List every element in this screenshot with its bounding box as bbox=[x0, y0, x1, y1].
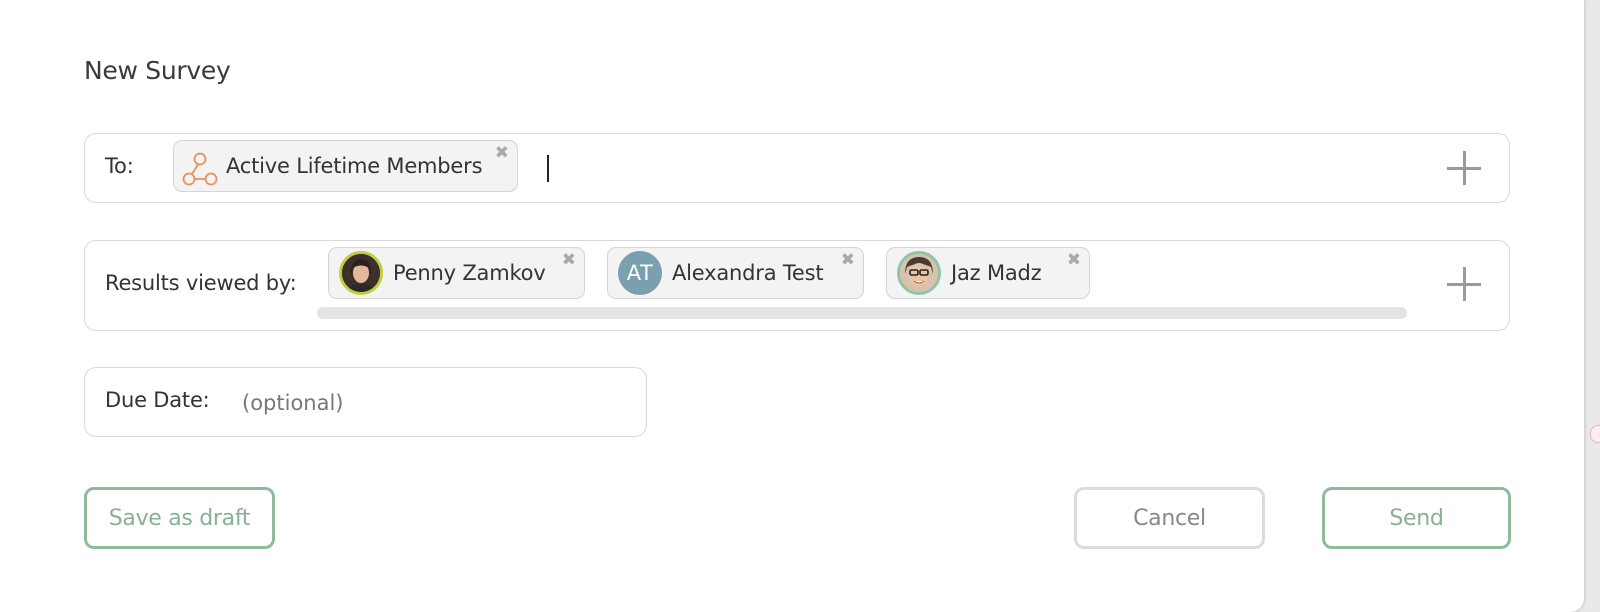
due-date-field[interactable]: Due Date: (optional) bbox=[84, 367, 647, 437]
results-viewed-by-field[interactable]: Results viewed by: Penny Zamkov ✖ AT Ale… bbox=[84, 240, 1510, 331]
close-icon[interactable]: ✖ bbox=[495, 145, 509, 162]
recipient-chip-label: Active Lifetime Members bbox=[226, 154, 483, 178]
to-label: To: bbox=[105, 154, 134, 178]
results-viewed-by-label: Results viewed by: bbox=[105, 271, 297, 295]
to-field[interactable]: To: Active Lifetime Members ✖ bbox=[84, 133, 1510, 203]
plus-icon[interactable] bbox=[1447, 267, 1481, 301]
save-as-draft-button[interactable]: Save as draft bbox=[84, 487, 275, 549]
cancel-button[interactable]: Cancel bbox=[1074, 487, 1265, 549]
plus-icon[interactable] bbox=[1447, 151, 1481, 185]
close-icon[interactable]: ✖ bbox=[562, 252, 576, 269]
dialog-title: New Survey bbox=[84, 56, 231, 85]
close-icon[interactable]: ✖ bbox=[841, 252, 855, 269]
viewer-name: Penny Zamkov bbox=[393, 261, 546, 285]
send-button[interactable]: Send bbox=[1322, 487, 1511, 549]
due-date-input[interactable]: (optional) bbox=[242, 391, 344, 415]
avatar: AT bbox=[618, 251, 662, 295]
due-date-label: Due Date: bbox=[105, 388, 210, 412]
new-survey-dialog: New Survey To: Active Lifetime Members ✖… bbox=[0, 0, 1584, 612]
group-network-icon bbox=[182, 151, 218, 187]
close-icon[interactable]: ✖ bbox=[1067, 252, 1081, 269]
avatar bbox=[897, 251, 941, 295]
viewer-chip-jaz-madz[interactable]: Jaz Madz ✖ bbox=[886, 247, 1090, 299]
text-cursor bbox=[547, 155, 549, 182]
viewer-name: Jaz Madz bbox=[951, 261, 1042, 285]
viewer-chip-penny-zamkov[interactable]: Penny Zamkov ✖ bbox=[328, 247, 585, 299]
background-edge-marker bbox=[1590, 425, 1600, 443]
recipient-chip-active-lifetime-members[interactable]: Active Lifetime Members ✖ bbox=[173, 140, 518, 192]
viewer-chip-alexandra-test[interactable]: AT Alexandra Test ✖ bbox=[607, 247, 864, 299]
horizontal-scrollbar[interactable] bbox=[317, 307, 1407, 319]
avatar bbox=[339, 251, 383, 295]
viewer-name: Alexandra Test bbox=[672, 261, 824, 285]
